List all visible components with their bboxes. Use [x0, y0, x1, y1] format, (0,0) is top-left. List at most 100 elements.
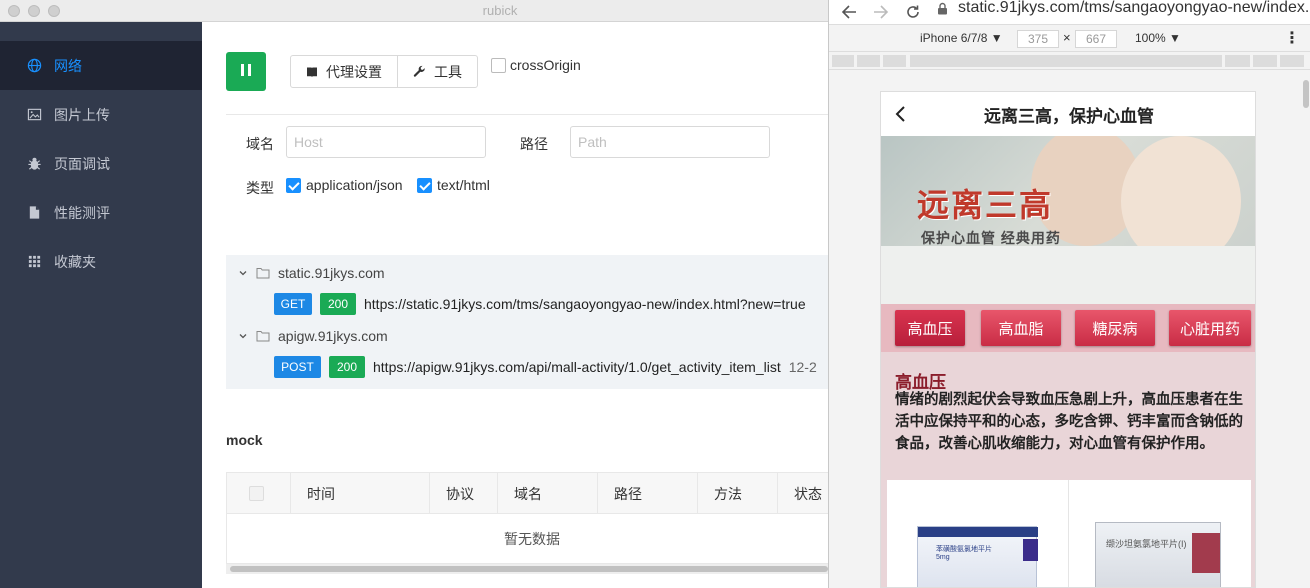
banner-title: 远离三高	[917, 186, 1054, 224]
globe-icon	[27, 58, 42, 73]
select-all-cell	[227, 473, 291, 514]
banner-subtitle: 保护心血管 经典用药	[921, 230, 1061, 246]
sidebar-item-label: 网络	[54, 57, 82, 74]
mobile-page: 远离三高，保护心血管 远离三高 保护心血管 经典用药 高血压 高血脂 糖尿病 心…	[880, 91, 1256, 588]
chevron-down-icon[interactable]	[238, 331, 248, 341]
cross-origin-checkbox[interactable]	[491, 57, 506, 73]
divider	[226, 114, 828, 115]
sidebar-item-page-debug[interactable]: 页面调试	[0, 139, 202, 188]
request-row[interactable]: POST 200 https://apigw.91jkys.com/api/ma…	[274, 356, 817, 378]
chevron-left-icon[interactable]	[891, 104, 911, 124]
media-query-segment[interactable]	[857, 55, 880, 67]
scrollbar-thumb[interactable]	[230, 566, 828, 572]
folder-icon	[256, 267, 270, 279]
column-header[interactable]: 协议	[430, 473, 498, 514]
cross-origin-label: crossOrigin	[510, 57, 581, 73]
sidebar-item-image-upload[interactable]: 图片上传	[0, 90, 202, 139]
host-input[interactable]	[286, 126, 486, 158]
tab-diabetes[interactable]: 糖尿病	[1075, 310, 1155, 346]
product-name: 缬沙坦氨氯地平片(I)	[1106, 539, 1187, 549]
folder-icon	[256, 330, 270, 342]
promo-banner[interactable]: 远离三高 保护心血管 经典用药	[881, 136, 1255, 304]
type-html-checkbox[interactable]	[417, 177, 432, 193]
image-icon	[27, 107, 42, 122]
viewport-width-input[interactable]: 375	[1017, 30, 1059, 48]
tab-heart-medicine[interactable]: 心脏用药	[1169, 310, 1251, 346]
media-query-bar[interactable]	[829, 52, 1310, 70]
sidebar-item-network[interactable]: 网络	[0, 41, 202, 90]
sidebar-item-label: 性能测评	[54, 204, 110, 221]
host-name: static.91jkys.com	[278, 265, 385, 281]
product-grid: 苯磺酸氨氯地平片 5mg 缬沙坦氨氯地平片(I)	[887, 480, 1251, 587]
tab-hyperlipidemia[interactable]: 高血脂	[981, 310, 1061, 346]
sidebar: 网络 图片上传 页面调试 性能测评 收藏夹	[0, 22, 202, 588]
column-header[interactable]: 域名	[498, 473, 598, 514]
media-query-segment[interactable]	[910, 55, 1222, 67]
newspaper-graphic	[881, 246, 1255, 304]
media-query-segment[interactable]	[832, 55, 854, 67]
type-html-label: text/html	[437, 177, 490, 193]
browser-nav-bar: static.91jkys.com/tms/sangaoyongyao-new/…	[829, 0, 1310, 24]
select-all-checkbox[interactable]	[249, 486, 264, 501]
product-name: 苯磺酸氨氯地平片	[936, 546, 992, 553]
column-header[interactable]: 时间	[291, 473, 430, 514]
media-query-segment[interactable]	[1253, 55, 1277, 67]
wrench-icon	[413, 65, 426, 78]
status-badge: 200	[329, 356, 365, 378]
tree-host-node[interactable]: static.91jkys.com	[238, 262, 385, 284]
column-header[interactable]: 路径	[598, 473, 698, 514]
main-panel: 代理设置 工具 crossOrigin 域名 路径 类型 application…	[202, 22, 837, 588]
tools-button[interactable]: 工具	[397, 56, 477, 87]
method-badge: POST	[274, 356, 321, 378]
path-input[interactable]	[570, 126, 770, 158]
window-titlebar: rubick	[0, 0, 828, 22]
proxy-settings-button[interactable]: 代理设置	[291, 56, 397, 87]
media-query-segment[interactable]	[1280, 55, 1304, 67]
column-header[interactable]: 方法	[698, 473, 778, 514]
request-url: https://apigw.91jkys.com/api/mall-activi…	[373, 359, 781, 375]
product-box-stripe	[1192, 533, 1220, 573]
product-image[interactable]: 缬沙坦氨氯地平片(I)	[1095, 522, 1221, 587]
tools-label: 工具	[434, 63, 462, 80]
tree-host-node[interactable]: apigw.91jkys.com	[238, 325, 388, 347]
reload-icon[interactable]	[901, 0, 925, 24]
product-box-band	[918, 527, 1038, 537]
empty-state: 暂无数据	[504, 531, 560, 547]
media-query-segment[interactable]	[1225, 55, 1250, 67]
more-options-icon[interactable]: ⋮	[1284, 28, 1300, 48]
type-json-checkbox[interactable]	[286, 177, 301, 193]
sidebar-item-favorites[interactable]: 收藏夹	[0, 237, 202, 286]
grid-icon	[27, 254, 42, 269]
tab-hypertension[interactable]: 高血压	[895, 310, 965, 346]
back-arrow-icon[interactable]	[837, 0, 861, 24]
request-tree: static.91jkys.com GET 200 https://static…	[226, 255, 828, 389]
mock-table: 时间 协议 域名 路径 方法 状态 暂无数据	[226, 472, 837, 564]
section-text: 情绪的剧烈起伏会导致血压急剧上升，高血压患者在生活中应保持平和的心态，多吃含钾、…	[895, 392, 1243, 452]
divider	[1068, 480, 1069, 587]
horizontal-scrollbar[interactable]	[226, 564, 836, 574]
viewport-height-input[interactable]: 667	[1075, 30, 1117, 48]
media-query-segment[interactable]	[883, 55, 906, 67]
type-html-option[interactable]: text/html	[417, 177, 490, 193]
cross-origin-toggle[interactable]: crossOrigin	[491, 57, 581, 73]
type-label: 类型	[246, 180, 274, 196]
toolbar-button-group: 代理设置 工具	[290, 55, 478, 88]
address-bar[interactable]: static.91jkys.com/tms/sangaoyongyao-new/…	[937, 0, 1310, 20]
type-json-option[interactable]: application/json	[286, 177, 403, 193]
zoom-selector[interactable]: 100% ▼	[1135, 31, 1181, 45]
pause-button[interactable]	[226, 52, 266, 91]
status-badge: 200	[320, 293, 356, 315]
vertical-scrollbar[interactable]	[1303, 80, 1309, 108]
device-selector[interactable]: iPhone 6/7/8 ▼	[920, 31, 1003, 45]
request-row[interactable]: GET 200 https://static.91jkys.com/tms/sa…	[274, 293, 806, 315]
sidebar-item-performance[interactable]: 性能测评	[0, 188, 202, 237]
product-image[interactable]: 苯磺酸氨氯地平片 5mg	[917, 526, 1038, 587]
domain-label: 域名	[246, 136, 274, 152]
forward-arrow-icon[interactable]	[869, 0, 893, 24]
mobile-header-title: 远离三高，保护心血管	[984, 106, 1154, 126]
request-url: https://static.91jkys.com/tms/sangaoyong…	[364, 296, 806, 312]
chevron-down-icon[interactable]	[238, 268, 248, 278]
address-text: static.91jkys.com/tms/sangaoyongyao-new/…	[958, 0, 1310, 16]
dimension-separator-icon: ×	[1063, 30, 1071, 45]
proxy-settings-label: 代理设置	[326, 63, 382, 80]
